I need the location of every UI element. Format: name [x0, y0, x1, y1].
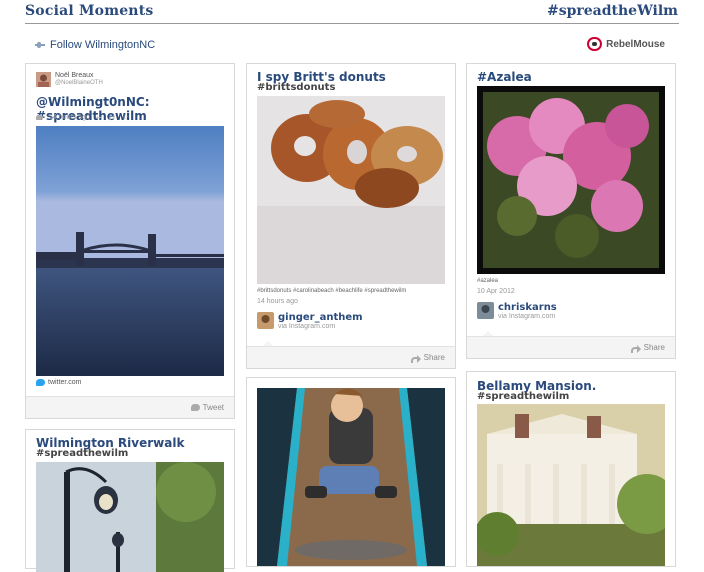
- tweet-user-handle[interactable]: @NoelBlaineOTH: [55, 80, 103, 87]
- twitter-bird-icon: [190, 404, 200, 411]
- bellamy-photo[interactable]: [477, 404, 665, 566]
- riverwalk-photo[interactable]: [36, 462, 224, 572]
- twitter-bird-icon: [36, 115, 43, 120]
- author-via: via Instagram.com: [278, 323, 336, 330]
- tweet-button-label: Tweet: [202, 403, 224, 412]
- reply-icon[interactable]: ↩: [96, 113, 103, 122]
- card-author[interactable]: chriskarns via Instagram.com: [477, 302, 557, 321]
- card-author[interactable]: ginger_anthem via Instagram.com: [257, 312, 363, 331]
- share-icon: [410, 354, 421, 363]
- author-name[interactable]: chriskarns: [498, 302, 557, 313]
- card-subtitle: #brittsdonuts: [257, 82, 336, 93]
- card-subtitle: #spreadthewilm: [36, 448, 129, 459]
- tweet-source[interactable]: twitter.com: [48, 379, 81, 386]
- follow-icon: [35, 42, 45, 48]
- share-label: Share: [423, 353, 445, 362]
- card-tags: #azalea: [477, 278, 499, 284]
- card-footer: Share: [467, 336, 675, 358]
- follow-button[interactable]: Follow WilmingtonNC: [35, 39, 155, 51]
- author-via: via Instagram.com: [498, 313, 556, 320]
- twitter-bird-icon: [36, 379, 45, 386]
- azalea-photo[interactable]: [477, 86, 665, 274]
- rebelmouse-label: RebelMouse: [606, 38, 665, 50]
- tweet-time: 14 hours ago: [49, 114, 90, 121]
- rebelmouse-logo[interactable]: RebelMouse: [587, 37, 665, 51]
- riverwalk-card[interactable]: Wilmington Riverwalk #spreadthewilm: [25, 429, 235, 572]
- site-title: Social Moments: [25, 3, 154, 19]
- share-icon: [630, 344, 641, 353]
- card-footer: Share: [247, 346, 455, 368]
- follow-bar: Follow WilmingtonNC RebelMouse: [25, 37, 679, 55]
- donuts-photo[interactable]: [257, 96, 445, 284]
- fishing-card[interactable]: [246, 377, 456, 567]
- top-header: Social Moments #spreadtheWilm: [0, 0, 704, 26]
- card-subtitle: #spreadthewilm: [477, 391, 570, 402]
- avatar[interactable]: [477, 302, 494, 319]
- author-name[interactable]: ginger_anthem: [278, 312, 363, 323]
- tweet-card[interactable]: Noël Breaux @NoelBlaineOTH @Wilmingt0nNC…: [25, 63, 235, 419]
- tweet-photo[interactable]: [36, 126, 224, 376]
- card-footer: Tweet: [26, 396, 234, 418]
- donuts-card[interactable]: I spy Britt's donuts #brittsdonuts #brit…: [246, 63, 456, 369]
- card-title[interactable]: #Azalea: [477, 70, 532, 84]
- share-label: Share: [643, 343, 665, 352]
- fishing-photo[interactable]: [257, 388, 445, 566]
- tweet-button[interactable]: Tweet: [190, 403, 224, 412]
- favorite-icon[interactable]: ☆: [121, 112, 129, 123]
- card-tags: #brittsdonuts #carolinabeach #beachlife …: [257, 288, 407, 294]
- header-divider: [25, 23, 679, 24]
- rebelmouse-icon: [587, 37, 603, 51]
- retweet-icon[interactable]: ⇄: [109, 113, 116, 122]
- share-button[interactable]: Share: [630, 343, 665, 353]
- avatar[interactable]: [36, 72, 51, 87]
- azalea-card[interactable]: #Azalea #azalea 10 Apr 2012 chriskarns v…: [466, 63, 676, 359]
- avatar[interactable]: [257, 312, 274, 329]
- bellamy-card[interactable]: Bellamy Mansion. #spreadthewilm: [466, 371, 676, 567]
- card-time: 14 hours ago: [257, 298, 298, 305]
- follow-label: Follow WilmingtonNC: [50, 39, 156, 51]
- hashtag-title[interactable]: #spreadtheWilm: [547, 3, 678, 19]
- card-date: 10 Apr 2012: [477, 288, 515, 295]
- share-button[interactable]: Share: [410, 353, 445, 363]
- tweet-user-name[interactable]: Noël Breaux: [55, 72, 103, 80]
